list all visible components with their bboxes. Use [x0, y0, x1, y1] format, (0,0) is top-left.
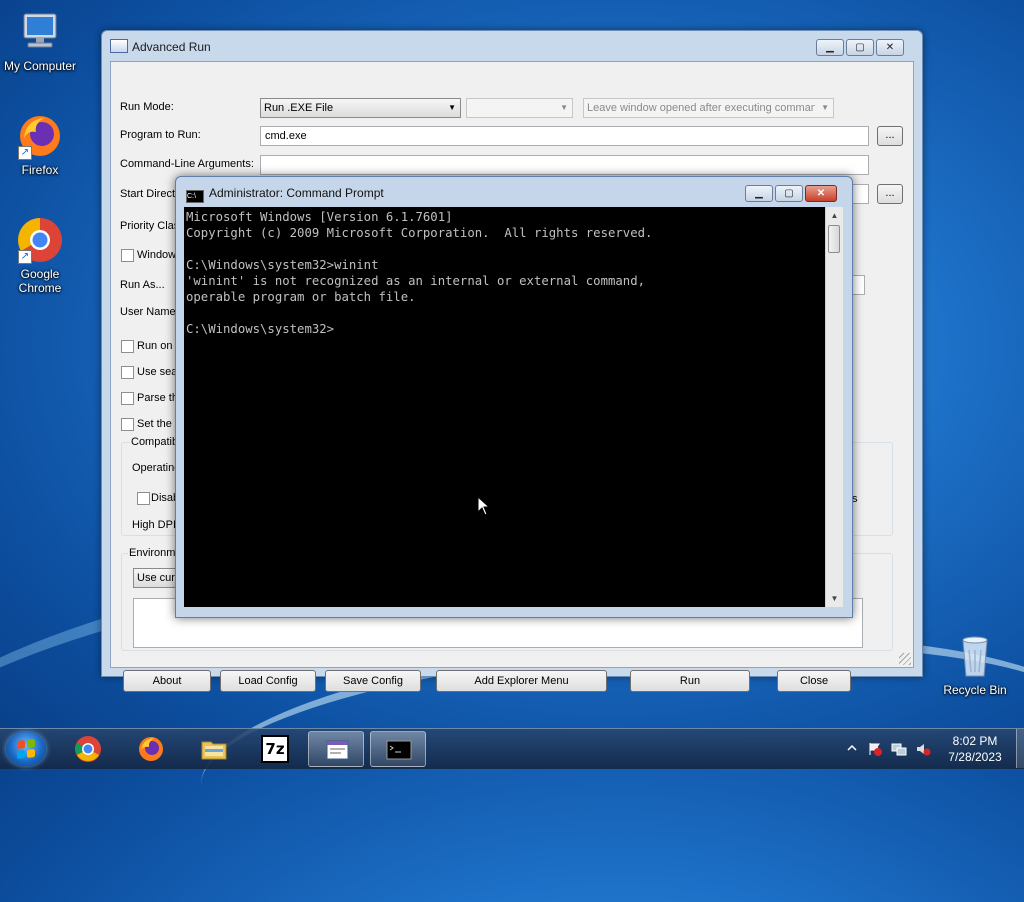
maximize-button[interactable]: ▢ [846, 39, 874, 56]
program-input[interactable]: cmd.exe [260, 126, 869, 146]
desktop-icon-label: My Computer [3, 59, 77, 73]
cmd-title-text: Administrator: Command Prompt [209, 186, 384, 200]
parse-label: Parse th [137, 392, 178, 404]
run-as-combo-edge[interactable] [851, 275, 865, 295]
taskbar-item-7zip[interactable]: 7z [247, 731, 303, 767]
run-mode-value: Run .EXE File [264, 102, 334, 114]
args-input[interactable] [260, 155, 869, 175]
console-text: Microsoft Windows [Version 6.1.7601] Cop… [186, 210, 653, 336]
windows-logo-icon [17, 739, 35, 759]
taskbar-item-explorer[interactable] [186, 731, 242, 767]
user-name-label: User Name: [120, 306, 179, 318]
set-checkbox[interactable] [121, 418, 134, 431]
close-dialog-button[interactable]: Close [777, 670, 851, 692]
load-config-button[interactable]: Load Config [220, 670, 316, 692]
desktop-icon-my-computer[interactable]: My Computer [0, 8, 80, 73]
show-desktop-button[interactable] [1016, 729, 1024, 768]
run-on-checkbox[interactable] [121, 340, 134, 353]
secondary-mode-select[interactable]: ▼ [466, 98, 573, 118]
cmd-caption-buttons: ▁ ▢ ✕ [745, 185, 837, 202]
browse-dir-button[interactable]: ... [877, 184, 903, 204]
chrome-icon [75, 736, 101, 762]
caption-buttons: ▁ ▢ ✕ [816, 39, 904, 56]
about-button[interactable]: About [123, 670, 211, 692]
firefox-icon [139, 737, 163, 761]
window-label: Window [137, 249, 177, 261]
operating-label: Operating [132, 462, 181, 474]
args-label: Command-Line Arguments: [120, 158, 254, 170]
cmd-window-icon: C:\ [186, 190, 204, 203]
taskbar-clock[interactable]: 8:02 PM 7/28/2023 [940, 733, 1010, 765]
taskbar-item-advanced-run[interactable] [308, 731, 364, 767]
run-mode-select[interactable]: Run .EXE File ▼ [260, 98, 461, 118]
console-scrollbar[interactable]: ▲ ▼ [825, 207, 843, 607]
recycle-bin-icon [951, 632, 999, 680]
command-prompt-window[interactable]: C:\ Administrator: Command Prompt ▁ ▢ ✕ M… [175, 176, 853, 618]
run-as-label: Run As... [120, 279, 165, 291]
after-exec-select[interactable]: Leave window opened after executing comm… [583, 98, 834, 118]
taskbar-item-chrome[interactable] [60, 731, 116, 767]
scroll-thumb[interactable] [828, 225, 840, 253]
desktop-icon-firefox[interactable]: ↗ Firefox [0, 112, 80, 177]
resize-grip-icon[interactable] [899, 653, 911, 665]
run-on-label: Run on r [137, 340, 180, 352]
shortcut-arrow-icon: ↗ [18, 250, 32, 264]
clock-date: 7/28/2023 [948, 750, 1002, 764]
desktop-icon-recycle-bin[interactable]: Recycle Bin [935, 632, 1015, 697]
chevron-down-icon: ▼ [560, 103, 568, 112]
use-search-checkbox[interactable] [121, 366, 134, 379]
disable-checkbox[interactable] [137, 492, 150, 505]
taskbar-item-cmd[interactable] [370, 731, 426, 767]
priority-label: Priority Clas [120, 220, 180, 232]
cmd-title: C:\ Administrator: Command Prompt [186, 186, 384, 203]
high-dpi-label: High DPI [132, 519, 177, 531]
close-button[interactable]: ✕ [876, 39, 904, 56]
cmd-maximize-button[interactable]: ▢ [775, 185, 803, 202]
desktop-icon-label: Firefox [21, 163, 59, 177]
mouse-cursor-icon [477, 496, 491, 516]
scroll-down-icon[interactable]: ▼ [826, 590, 843, 607]
advanced-run-icon [326, 740, 349, 760]
firefox-icon: ↗ [16, 112, 64, 160]
console-output-area[interactable]: Microsoft Windows [Version 6.1.7601] Cop… [184, 207, 825, 607]
after-exec-value: Leave window opened after executing comm… [587, 102, 815, 114]
run-button[interactable]: Run [630, 670, 750, 692]
parse-checkbox[interactable] [121, 392, 134, 405]
clock-time: 8:02 PM [952, 734, 998, 748]
compatibility-label: Compatib [130, 436, 180, 448]
run-mode-label: Run Mode: [120, 101, 174, 113]
taskbar: 7z [0, 728, 1024, 769]
program-label: Program to Run: [120, 129, 201, 141]
action-center-flag-icon[interactable] [867, 741, 883, 757]
7zip-icon: 7z [261, 735, 289, 763]
window-checkbox[interactable] [121, 249, 134, 262]
cmd-minimize-button[interactable]: ▁ [745, 185, 773, 202]
save-config-button[interactable]: Save Config [325, 670, 421, 692]
window-title-text: Advanced Run [132, 40, 211, 54]
folder-icon [201, 741, 227, 760]
browse-program-button[interactable]: ... [877, 126, 903, 146]
minimize-button[interactable]: ▁ [816, 39, 844, 56]
taskbar-item-firefox[interactable] [123, 731, 179, 767]
add-explorer-menu-button[interactable]: Add Explorer Menu [436, 670, 607, 692]
chevron-down-icon: ▼ [448, 103, 456, 112]
advanced-run-title: Advanced Run [110, 39, 211, 57]
computer-icon [16, 8, 64, 56]
start-button[interactable] [6, 732, 46, 766]
cmd-close-button[interactable]: ✕ [805, 185, 837, 202]
desktop-icon-label: Google Chrome [18, 267, 62, 295]
desktop-icon-label: Recycle Bin [943, 683, 1007, 697]
desktop-icon-chrome[interactable]: ↗ Google Chrome [0, 216, 80, 295]
chevron-down-icon: ▼ [821, 103, 829, 112]
app-window-icon [110, 39, 128, 53]
scroll-up-icon[interactable]: ▲ [826, 207, 843, 224]
show-hidden-icons-icon[interactable] [845, 741, 859, 755]
network-icon[interactable] [891, 741, 907, 757]
cmd-icon [386, 740, 412, 760]
shortcut-arrow-icon: ↗ [18, 146, 32, 160]
chrome-icon: ↗ [16, 216, 64, 264]
volume-muted-icon[interactable] [915, 741, 931, 757]
